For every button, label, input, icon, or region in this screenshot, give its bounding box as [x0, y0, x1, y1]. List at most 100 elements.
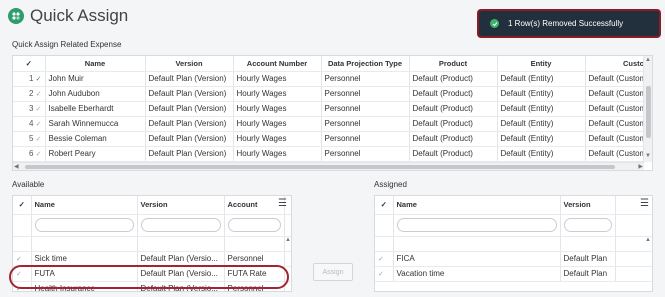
table-row[interactable]: 5 ✓ Bessie Coleman Default Plan (Version…: [13, 131, 652, 147]
select-all-checkbox[interactable]: ✓: [13, 196, 32, 215]
hamburger-menu-icon[interactable]: ☰: [278, 198, 287, 209]
scroll-up-icon[interactable]: ▲: [285, 236, 291, 244]
scrollbar-thumb[interactable]: [646, 86, 651, 138]
expense-section-label: Quick Assign Related Expense: [12, 40, 122, 49]
column-header-entity[interactable]: Entity: [497, 56, 586, 72]
scrollbar-thumb[interactable]: [25, 165, 615, 169]
column-header-version[interactable]: Version: [137, 196, 225, 215]
row-checkbox[interactable]: ✓: [13, 266, 32, 282]
table-cell: Hourly Wages: [233, 131, 322, 147]
assigned-grid: ✓ Name Version ✓ FICA Default Plan ✓ Vac…: [374, 195, 653, 292]
row-checkbox[interactable]: ✓: [36, 151, 42, 158]
toast-message: 1 Row(s) Removed Successfully: [508, 19, 624, 28]
table-cell: Default Plan: [560, 266, 616, 282]
column-header-product[interactable]: Product: [409, 56, 498, 72]
table-cell: Default (Entity): [497, 131, 586, 147]
table-row[interactable]: ✓ FUTA Default Plan (Versio... FUTA Rate: [13, 266, 291, 282]
table-row[interactable]: ✓ Health Insurance Default Plan (Versio.…: [13, 281, 291, 291]
table-row[interactable]: ✓ Vacation time Default Plan: [375, 266, 652, 282]
table-cell: Default Plan (Version): [145, 131, 234, 147]
table-cell: Default (Product): [409, 116, 498, 132]
table-cell: Default Plan (Version): [145, 71, 234, 87]
version-filter-input[interactable]: [563, 218, 612, 232]
column-header-account-number[interactable]: Account Number: [233, 56, 322, 72]
row-checkbox[interactable]: ✓: [36, 121, 42, 128]
table-cell: Default (Product): [409, 86, 498, 102]
table-cell: Bessie Coleman: [45, 131, 146, 147]
scroll-up-icon[interactable]: ▲: [645, 56, 651, 64]
row-number: 1: [28, 74, 34, 83]
table-cell: Health Insurance: [31, 281, 138, 291]
table-row[interactable]: 1 ✓ John Muir Default Plan (Version) Hou…: [13, 71, 652, 87]
table-row[interactable]: 2 ✓ John Audubon Default Plan (Version) …: [13, 86, 652, 102]
row-checkbox[interactable]: ✓: [375, 266, 394, 282]
table-cell: Default (Product): [409, 101, 498, 117]
available-section-label: Available: [12, 180, 45, 189]
column-header-name[interactable]: Name: [45, 56, 146, 72]
table-cell: Default (Product): [409, 131, 498, 147]
scroll-right-icon[interactable]: ▶: [638, 163, 643, 170]
column-header-name[interactable]: Name: [393, 196, 561, 215]
column-header-name[interactable]: Name: [31, 196, 138, 215]
column-header-data-projection-type[interactable]: Data Projection Type: [321, 56, 410, 72]
expense-horizontal-scrollbar[interactable]: ◀ ▶: [13, 162, 644, 170]
column-header-version[interactable]: Version: [560, 196, 616, 215]
expense-grid: ✓ Name Version Account Number Data Proje…: [12, 55, 653, 171]
row-checkbox[interactable]: ✓: [36, 136, 42, 143]
table-cell: FUTA: [31, 266, 138, 282]
column-header-account[interactable]: Account: [224, 196, 285, 215]
table-cell: Vacation time: [393, 266, 561, 282]
row-checkbox[interactable]: ✓: [13, 281, 32, 291]
select-all-checkbox[interactable]: ✓: [375, 196, 394, 215]
table-cell: Hourly Wages: [233, 71, 322, 87]
row-checkbox[interactable]: ✓: [36, 106, 42, 113]
table-cell: John Audubon: [45, 86, 146, 102]
row-number: 3: [28, 104, 34, 113]
assign-button[interactable]: Assign: [313, 263, 353, 281]
name-filter-input[interactable]: [396, 218, 557, 232]
version-filter-input[interactable]: [140, 218, 221, 232]
row-checkbox[interactable]: ✓: [375, 251, 394, 267]
table-cell: Sarah Winnemucca: [45, 116, 146, 132]
quick-assign-page: Quick Assign 1 Row(s) Removed Successful…: [0, 0, 665, 297]
name-filter-input[interactable]: [34, 218, 134, 232]
page-title: Quick Assign: [30, 6, 129, 25]
column-header-version[interactable]: Version: [145, 56, 234, 72]
table-row[interactable]: ✓ Sick time Default Plan (Versio... Pers…: [13, 251, 291, 267]
table-row[interactable]: ✓ FICA Default Plan: [375, 251, 652, 267]
row-number: 4: [28, 119, 34, 128]
check-circle-icon: [490, 19, 499, 28]
table-cell: Isabelle Eberhardt: [45, 101, 146, 117]
row-checkbox[interactable]: ✓: [13, 251, 32, 267]
row-checkbox[interactable]: ✓: [36, 91, 42, 98]
table-cell: FICA: [393, 251, 561, 267]
row-checkbox[interactable]: ✓: [36, 76, 42, 83]
scroll-left-icon[interactable]: ◀: [14, 163, 19, 170]
table-cell: Personnel: [321, 146, 410, 162]
table-cell: Default Plan (Versio...: [137, 251, 225, 267]
scroll-up-icon[interactable]: ▲: [645, 236, 651, 244]
table-cell: Default Plan (Version): [145, 116, 234, 132]
select-all-checkbox[interactable]: ✓: [13, 56, 46, 72]
table-cell: Default Plan (Version): [145, 86, 234, 102]
table-cell: Personnel: [321, 131, 410, 147]
hamburger-menu-icon[interactable]: ☰: [640, 198, 649, 209]
table-cell: Personnel: [321, 101, 410, 117]
table-row[interactable]: 3 ✓ Isabelle Eberhardt Default Plan (Ver…: [13, 101, 652, 117]
table-cell: Default (Entity): [497, 116, 586, 132]
scroll-down-icon[interactable]: ▼: [645, 152, 651, 160]
table-cell: Hourly Wages: [233, 116, 322, 132]
table-cell: FUTA Rate: [224, 266, 285, 282]
table-cell: Hourly Wages: [233, 86, 322, 102]
table-cell: Sick time: [31, 251, 138, 267]
table-cell: Default (Product): [409, 71, 498, 87]
title-bar: Quick Assign: [8, 5, 128, 27]
table-cell: Default (Entity): [497, 101, 586, 117]
table-cell: Default Plan: [560, 251, 616, 267]
table-row[interactable]: 4 ✓ Sarah Winnemucca Default Plan (Versi…: [13, 116, 652, 132]
table-cell: Default (Product): [409, 146, 498, 162]
account-filter-input[interactable]: [227, 218, 281, 232]
expense-vertical-scrollbar[interactable]: ▲ ▼: [643, 56, 652, 162]
table-row[interactable]: 6 ✓ Robert Peary Default Plan (Version) …: [13, 146, 652, 162]
quick-assign-icon: [8, 8, 24, 24]
